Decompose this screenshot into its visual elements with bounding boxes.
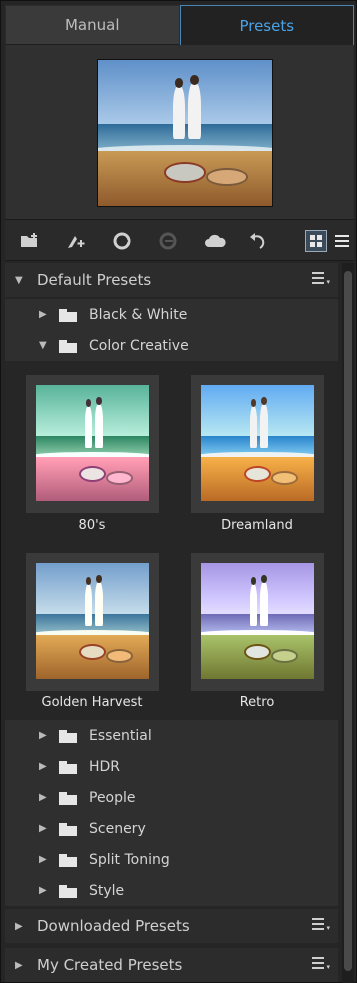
folder-label: Essential (89, 727, 152, 744)
section-label: My Created Presets (37, 956, 183, 974)
grid-view-icon[interactable] (305, 230, 327, 252)
caret-down-icon: ▼ (15, 274, 23, 286)
caret-right-icon: ▶ (39, 309, 47, 320)
list-view-icon[interactable] (332, 230, 352, 252)
scrollbar-thumb[interactable] (344, 271, 352, 971)
preset-golden-harvest[interactable] (26, 553, 159, 691)
folder-icon (59, 760, 77, 774)
folder-icon (59, 791, 77, 805)
folder-split-toning[interactable]: ▶ Split Toning (5, 844, 338, 875)
folder-label: People (89, 789, 136, 806)
preset-dreamland[interactable] (191, 375, 324, 513)
folder-label: Split Toning (89, 851, 170, 868)
folder-label: Black & White (89, 306, 188, 323)
preset-80s[interactable] (26, 375, 159, 513)
preset-label: Dreamland (221, 518, 293, 533)
caret-right-icon: ▶ (39, 792, 47, 803)
preset-thumbnail (36, 385, 149, 501)
folder-icon (59, 729, 77, 743)
caret-right-icon: ▶ (39, 761, 47, 772)
section-menu-icon[interactable]: ▾ (312, 957, 330, 971)
folder-icon (59, 308, 77, 322)
tab-presets[interactable]: Presets (179, 5, 354, 45)
preset-label: Retro (239, 695, 275, 710)
import-icon[interactable] (111, 230, 133, 252)
export-icon[interactable] (157, 230, 179, 252)
folder-color-creative[interactable]: ▼ Color Creative (5, 330, 338, 361)
section-default-presets[interactable]: ▼ Default Presets ▾ (5, 263, 338, 297)
caret-right-icon: ▶ (15, 920, 23, 932)
preset-thumbnail (36, 563, 149, 679)
section-my-created-presets[interactable]: ▶ My Created Presets ▾ (5, 948, 338, 982)
preset-thumbnail (201, 563, 314, 679)
folder-label: Color Creative (89, 337, 189, 354)
section-label: Downloaded Presets (37, 917, 190, 935)
preview-area (5, 45, 354, 219)
folder-essential[interactable]: ▶ Essential (5, 720, 338, 751)
caret-down-icon: ▼ (39, 340, 47, 351)
caret-right-icon: ▶ (39, 823, 47, 834)
section-menu-icon[interactable]: ▾ (312, 918, 330, 932)
folder-scenery[interactable]: ▶ Scenery (5, 813, 338, 844)
section-downloaded-presets[interactable]: ▶ Downloaded Presets ▾ (5, 909, 338, 943)
new-preset-icon[interactable] (65, 230, 87, 252)
tab-bar: Manual Presets (5, 5, 354, 45)
cloud-icon[interactable] (203, 230, 226, 252)
preset-label: Golden Harvest (41, 695, 143, 710)
vertical-scrollbar[interactable] (342, 263, 354, 983)
preset-toolbar (5, 219, 354, 261)
caret-right-icon: ▶ (15, 959, 23, 971)
new-folder-icon[interactable] (19, 230, 41, 252)
folder-icon (59, 853, 77, 867)
folder-icon (59, 339, 77, 353)
preset-label: 80's (78, 518, 106, 533)
preset-thumbnail (201, 385, 314, 501)
section-label: Default Presets (37, 271, 152, 289)
preset-thumbnail-grid: 80's Dreamland Golden Harvest Retro (5, 361, 338, 719)
folder-style[interactable]: ▶ Style (5, 875, 338, 906)
folder-people[interactable]: ▶ People (5, 782, 338, 813)
folder-icon (59, 884, 77, 898)
folder-label: Style (89, 882, 125, 899)
caret-right-icon: ▶ (39, 885, 47, 896)
folder-black-white[interactable]: ▶ Black & White (5, 299, 338, 330)
folder-hdr[interactable]: ▶ HDR (5, 751, 338, 782)
preset-retro[interactable] (191, 553, 324, 691)
tab-manual[interactable]: Manual (5, 5, 180, 45)
section-menu-icon[interactable]: ▾ (312, 272, 330, 286)
folder-label: Scenery (89, 820, 146, 837)
preview-image (97, 59, 273, 207)
undo-icon[interactable] (247, 230, 269, 252)
folder-label: HDR (89, 758, 121, 775)
caret-right-icon: ▶ (39, 730, 47, 741)
caret-right-icon: ▶ (39, 854, 47, 865)
folder-icon (59, 822, 77, 836)
presets-panel: Manual Presets ▼ Default Presets ▾ ▶ Bla… (0, 0, 357, 983)
